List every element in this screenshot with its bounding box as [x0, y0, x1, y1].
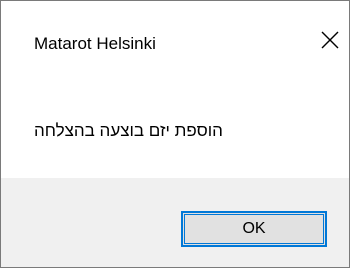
close-button[interactable]	[319, 29, 341, 51]
dialog-message: הוספת יזם בוצעה בהצלחה	[34, 121, 223, 140]
title-bar: Matarot Helsinki	[1, 1, 349, 85]
message-dialog: Matarot Helsinki הוספת יזם בוצעה בהצלחה …	[0, 0, 350, 268]
window-title: Matarot Helsinki	[34, 34, 156, 53]
ok-button[interactable]: OK	[181, 211, 327, 247]
close-icon	[321, 31, 339, 49]
dialog-footer: OK	[1, 178, 349, 267]
